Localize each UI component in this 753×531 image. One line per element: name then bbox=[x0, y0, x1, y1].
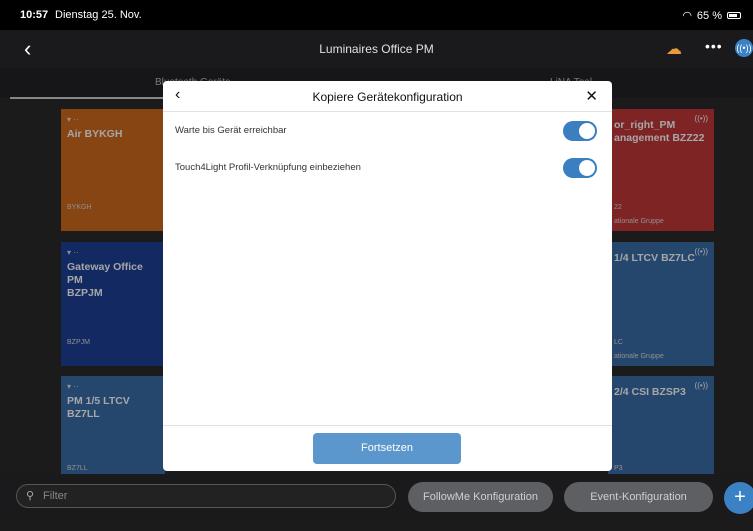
close-icon[interactable]: ✕ bbox=[585, 87, 598, 105]
setting-label: Warte bis Gerät erreichbar bbox=[175, 125, 287, 136]
status-time: 10:57 bbox=[20, 9, 49, 21]
setting-row-wait-reachable: Warte bis Gerät erreichbar bbox=[163, 113, 612, 149]
dialog-title: Kopiere Gerätekonfiguration bbox=[312, 90, 463, 104]
status-bar: 10:57 Dienstag 25. Nov. ◠ 65 % bbox=[0, 0, 753, 30]
toggle-knob bbox=[579, 160, 595, 176]
search-input[interactable]: ⚲ Filter bbox=[16, 484, 396, 508]
nav-bar: ‹ Luminaires Office PM ☁ ••• ((•)) bbox=[0, 30, 753, 68]
dialog-divider bbox=[163, 425, 612, 426]
search-placeholder: Filter bbox=[43, 490, 68, 502]
toggle-knob bbox=[579, 123, 595, 139]
wifi-icon: ◠ bbox=[682, 10, 692, 22]
page-title: Luminaires Office PM bbox=[319, 42, 434, 56]
continue-button[interactable]: Fortsetzen bbox=[313, 433, 461, 464]
add-button[interactable]: + bbox=[724, 482, 753, 514]
setting-row-touch4light: Touch4Light Profil-Verknüpfung einbezieh… bbox=[163, 150, 612, 186]
copy-config-dialog: ‹ Kopiere Gerätekonfiguration ✕ Warte bi… bbox=[163, 81, 612, 471]
app-screen: 10:57 Dienstag 25. Nov. ◠ 65 % ‹ Luminai… bbox=[0, 0, 753, 531]
battery-percent: 65 % bbox=[696, 9, 722, 22]
more-button[interactable]: ••• bbox=[705, 38, 723, 54]
status-date: Dienstag 25. Nov. bbox=[55, 9, 142, 21]
status-right: ◠ 65 % bbox=[682, 9, 741, 22]
cloud-icon[interactable]: ☁ bbox=[666, 39, 682, 59]
setting-label: Touch4Light Profil-Verknüpfung einbezieh… bbox=[175, 162, 361, 173]
battery-icon bbox=[727, 12, 741, 19]
signal-icon[interactable]: ((•)) bbox=[735, 39, 753, 57]
wait-reachable-toggle[interactable] bbox=[563, 121, 597, 141]
followme-config-button[interactable]: FollowMe Konfiguration bbox=[408, 482, 553, 512]
touch4light-toggle[interactable] bbox=[563, 158, 597, 178]
search-icon: ⚲ bbox=[26, 490, 35, 502]
dialog-header: ‹ Kopiere Gerätekonfiguration ✕ bbox=[163, 81, 612, 112]
event-config-button[interactable]: Event-Konfiguration bbox=[564, 482, 713, 512]
